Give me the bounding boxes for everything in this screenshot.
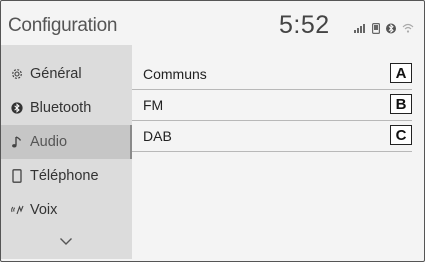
chevron-down-icon[interactable]	[59, 237, 73, 246]
sidebar-item-bluetooth[interactable]: Bluetooth	[1, 91, 132, 125]
status-icons	[354, 21, 414, 35]
list-item-label: FM	[143, 97, 164, 113]
sidebar: Général Bluetooth Audio Téléphone Voix	[1, 45, 132, 259]
page-title: Configuration	[8, 15, 118, 36]
list-item-dab[interactable]: DAB C	[132, 121, 412, 152]
phone-icon	[372, 22, 380, 34]
wifi-icon	[402, 23, 414, 33]
sidebar-item-label: Général	[30, 66, 82, 82]
sidebar-item-label: Téléphone	[30, 168, 99, 184]
gear-icon	[6, 67, 28, 81]
sidebar-item-telephone[interactable]: Téléphone	[1, 159, 132, 193]
list-item-label: DAB	[143, 128, 172, 144]
voice-icon	[6, 203, 28, 217]
callout-badge: C	[390, 125, 412, 145]
header-bar: Configuration 5:52	[1, 1, 425, 41]
clock: 5:52	[279, 11, 330, 39]
music-note-icon	[6, 135, 28, 149]
sidebar-item-voix[interactable]: Voix	[1, 193, 132, 227]
bluetooth-icon	[386, 23, 396, 33]
callout-badge: B	[390, 94, 412, 114]
phone-icon	[6, 169, 28, 183]
callout-badge: A	[390, 63, 412, 83]
list-item-label: Communs	[143, 66, 207, 82]
sidebar-item-label: Bluetooth	[30, 100, 92, 116]
sidebar-item-general[interactable]: Général	[1, 57, 132, 91]
bluetooth-icon	[6, 102, 28, 114]
sidebar-item-audio[interactable]: Audio	[1, 125, 132, 159]
list-item-fm[interactable]: FM B	[132, 90, 412, 121]
sidebar-item-label: Voix	[30, 202, 58, 218]
signal-icon	[354, 24, 365, 33]
settings-screen: Configuration 5:52 Général Bluetooth Aud…	[0, 0, 425, 262]
sidebar-item-label: Audio	[30, 134, 68, 150]
list-item-communs[interactable]: Communs A	[132, 59, 412, 90]
